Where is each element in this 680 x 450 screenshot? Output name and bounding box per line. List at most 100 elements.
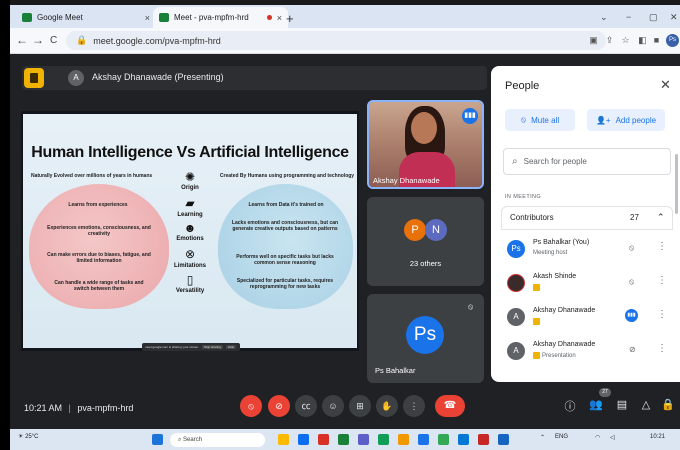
participant-row[interactable]: A Akshay Dhanawade Presentation ⊘ ⋮ <box>503 336 673 370</box>
versatility-phone-icon: ▯ <box>186 273 194 287</box>
tab-google-meet[interactable]: Google Meet × <box>16 7 156 28</box>
more-options-button[interactable]: ⋮ <box>403 395 425 417</box>
slide-right-subtitle: Created By Humans using programming and … <box>219 173 355 179</box>
scrollbar[interactable] <box>675 154 678 214</box>
participant-row[interactable]: A Akshay Dhanawade ▮▮▮ ⋮ <box>503 302 673 336</box>
back-button[interactable]: ← <box>16 33 28 47</box>
leave-call-button[interactable]: ☎ <box>435 395 465 417</box>
app-icon[interactable] <box>418 434 429 445</box>
stop-sharing-button[interactable]: Stop sharing <box>202 345 223 349</box>
host-controls-button[interactable]: 🔒 <box>660 398 676 411</box>
hide-button[interactable]: Hide <box>225 345 237 349</box>
limitations-x-icon: ⊗ <box>184 247 196 261</box>
tab-close-icon[interactable]: × <box>145 13 150 23</box>
bookmark-star-icon[interactable]: ☆ <box>620 35 631 46</box>
more-options-icon[interactable]: ⋮ <box>657 343 667 354</box>
app-icon[interactable] <box>498 434 509 445</box>
tab-search-icon[interactable]: ⌄ <box>600 12 608 23</box>
people-button[interactable]: 👥 <box>588 398 604 411</box>
add-people-button[interactable]: 👤+ Add people <box>587 109 665 131</box>
file-explorer-icon[interactable] <box>278 434 289 445</box>
person-face <box>411 112 437 144</box>
more-options-icon[interactable]: ⋮ <box>657 309 667 320</box>
new-tab-button[interactable]: + <box>286 11 294 26</box>
captions-icon: ㏄ <box>301 401 311 411</box>
more-options-icon[interactable]: ⋮ <box>657 241 667 252</box>
profile-avatar[interactable]: Ps <box>666 34 679 47</box>
activities-button[interactable]: △ <box>638 398 654 411</box>
app-icon[interactable] <box>318 434 329 445</box>
weather-widget[interactable]: ☀ 25°C <box>18 433 38 440</box>
extension-icon[interactable]: ■ <box>651 35 662 46</box>
mute-all-button[interactable]: ⦸ Mute all <box>505 109 575 131</box>
close-window-button[interactable]: ✕ <box>670 12 678 23</box>
more-options-icon[interactable]: ⋮ <box>657 275 667 286</box>
others-tile[interactable]: P N 23 others <box>367 197 484 286</box>
reload-button[interactable]: C <box>50 35 57 46</box>
wifi-icon[interactable]: ◠ <box>595 434 600 441</box>
microphone-toggle-button[interactable]: ⦸ <box>240 395 262 417</box>
captions-button[interactable]: ㏄ <box>295 395 317 417</box>
self-avatar: Ps <box>406 316 444 354</box>
raise-hand-button[interactable]: ✋ <box>376 395 398 417</box>
middle-label: Learning <box>177 212 203 218</box>
taskbar-search[interactable]: ⌕ Search <box>170 433 265 447</box>
participant-role: Meeting host <box>533 250 568 256</box>
chat-button[interactable]: ▤ <box>614 398 630 411</box>
slides-logo-icon <box>24 68 44 88</box>
tray-chevron-icon[interactable]: ⌃ <box>540 434 545 441</box>
presenter-bar: A Akshay Dhanawade (Presenting) <box>22 66 487 90</box>
participant-row[interactable]: Akash Shinde ⦸ ⋮ <box>503 268 673 302</box>
temperature: 25°C <box>25 434 39 440</box>
screen-share-bar: meet.google.com is sharing your screen. … <box>142 343 240 351</box>
app-icon[interactable] <box>478 434 489 445</box>
tab-close-icon[interactable]: × <box>277 13 282 23</box>
presentation-view[interactable]: Human Intelligence Vs Artificial Intelli… <box>21 111 359 351</box>
reactions-button[interactable]: ☺ <box>322 395 344 417</box>
app-icon[interactable] <box>438 434 449 445</box>
start-windows-icon[interactable] <box>152 434 163 445</box>
speaker-video-tile[interactable]: ▮▮▮ Akshay Dhanawade <box>367 100 484 189</box>
forward-button[interactable]: → <box>32 33 44 47</box>
app-icon[interactable] <box>458 434 469 445</box>
presentation-icon[interactable]: ⊘ <box>629 345 636 354</box>
learning-book-icon: ▰ <box>185 196 195 210</box>
tab-title: Google Meet <box>37 13 83 22</box>
language-indicator[interactable]: ENG <box>555 434 568 440</box>
present-button[interactable]: ⊞ <box>349 395 371 417</box>
mic-off-icon[interactable]: ⦸ <box>629 243 634 253</box>
participant-name: Ps Bahalkar (You) <box>533 239 590 246</box>
slide: Human Intelligence Vs Artificial Intelli… <box>23 114 357 351</box>
slides-tag-icon <box>533 318 540 325</box>
chevron-up-icon[interactable]: ⌃ <box>657 212 665 223</box>
meet-stage: A Akshay Dhanawade (Presenting) Human In… <box>10 54 680 429</box>
mic-off-icon: ⦸ <box>248 401 254 411</box>
app-icon[interactable] <box>378 434 389 445</box>
share-icon[interactable]: ⇪ <box>604 35 615 46</box>
maximize-button[interactable]: ▢ <box>649 12 658 23</box>
teams-icon[interactable] <box>358 434 369 445</box>
camera-toggle-button[interactable]: ⊘ <box>268 395 290 417</box>
right-point: Specialized for particular tasks, requir… <box>236 278 334 290</box>
tab-meet-call[interactable]: Meet - pva-mpfm-hrd × <box>153 7 288 28</box>
self-tile[interactable]: ⦸ Ps Ps Bahalkar <box>367 294 484 383</box>
meeting-details-button[interactable]: ⓘ <box>562 398 578 414</box>
volume-icon[interactable]: ◁ <box>610 434 615 441</box>
chrome-icon[interactable] <box>338 434 349 445</box>
address-bar[interactable]: 🔒 meet.google.com/pva-mpfm-hrd <box>66 31 606 50</box>
mute-all-label: Mute all <box>531 115 560 125</box>
lock-icon: 🔒 <box>76 35 88 45</box>
mic-off-icon[interactable]: ⦸ <box>629 277 634 287</box>
section-heading: IN MEETING <box>505 194 542 200</box>
right-point: Lacks emotions and consciousness, but ca… <box>231 220 339 232</box>
contributors-group-header[interactable]: Contributors 27 ⌃ <box>501 206 673 230</box>
close-panel-icon[interactable]: ✕ <box>660 77 671 93</box>
taskbar-clock[interactable]: 10:21 <box>650 434 665 440</box>
people-search-input[interactable]: ⌕ Search for people <box>503 148 671 175</box>
app-icon[interactable] <box>398 434 409 445</box>
camera-icon[interactable]: ▣ <box>588 35 599 46</box>
sidebar-icon[interactable]: ◧ <box>637 35 648 46</box>
participant-row[interactable]: Ps Ps Bahalkar (You) Meeting host ⦸ ⋮ <box>503 234 673 268</box>
edge-icon[interactable] <box>298 434 309 445</box>
minimize-button[interactable]: − <box>626 12 631 22</box>
